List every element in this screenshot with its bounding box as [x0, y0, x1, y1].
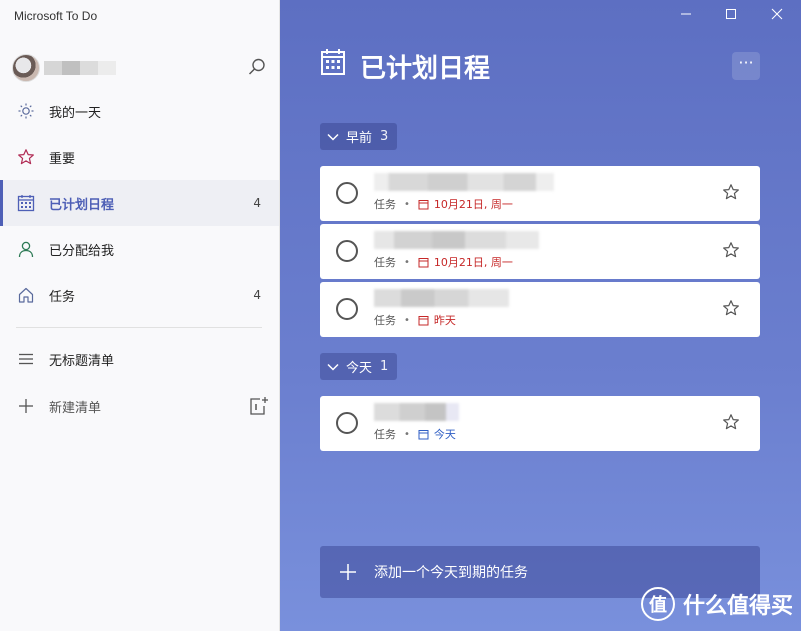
task-item[interactable]: 任务 • 昨天 — [320, 282, 760, 337]
search-icon[interactable] — [246, 56, 268, 78]
watermark-logo: 值 — [640, 587, 675, 621]
task-meta: 任务 • 昨天 — [374, 312, 456, 328]
sidebar-item-label: 已分配给我 — [49, 243, 115, 259]
complete-checkbox[interactable] — [336, 240, 358, 262]
calendar-icon — [418, 257, 429, 267]
group-header-earlier[interactable]: 早前 3 — [320, 123, 398, 150]
task-title-redacted — [374, 231, 539, 249]
task-title-redacted — [374, 173, 554, 191]
due-date: 昨天 — [418, 312, 456, 328]
new-list-button[interactable]: 新建清单 — [0, 383, 279, 429]
calendar-icon — [418, 199, 429, 209]
task-meta: 任务 • 10月21日, 周一 — [374, 196, 513, 212]
task-title-redacted — [374, 289, 509, 307]
star-icon — [16, 147, 36, 167]
calendar-icon — [320, 48, 346, 76]
avatar[interactable] — [12, 54, 40, 82]
separator-dot: • — [404, 198, 410, 210]
task-item[interactable]: 任务 • 10月21日, 周一 — [320, 224, 760, 279]
calendar-icon — [418, 315, 429, 325]
sidebar-divider — [16, 327, 262, 328]
due-date-label: 10月21日, 周一 — [433, 256, 513, 269]
group-count: 1 — [380, 359, 389, 374]
star-icon[interactable] — [722, 183, 740, 201]
sidebar-item-my-day[interactable]: 我的一天 — [0, 88, 279, 134]
star-icon[interactable] — [722, 299, 740, 317]
sidebar: Microsoft To Do 我的一天 重要 已计划日程 4 已分配给我 任务… — [0, 0, 280, 631]
star-icon[interactable] — [722, 241, 740, 259]
profile-name-redacted — [44, 61, 116, 75]
sidebar-item-label: 已计划日程 — [49, 197, 115, 213]
sidebar-item-assigned-to-me[interactable]: 已分配给我 — [0, 226, 279, 272]
plus-icon — [16, 396, 36, 416]
task-list-name: 任务 — [374, 428, 396, 441]
sidebar-item-important[interactable]: 重要 — [0, 134, 279, 180]
page-title: 已计划日程 — [360, 54, 491, 84]
watermark: 值 什么值得买 — [640, 587, 793, 621]
complete-checkbox[interactable] — [336, 182, 358, 204]
task-title-redacted — [374, 403, 459, 421]
sun-icon — [16, 101, 36, 121]
sidebar-item-planned[interactable]: 已计划日程 4 — [0, 180, 279, 226]
sidebar-item-label: 任务 — [49, 289, 76, 305]
separator-dot: • — [404, 428, 410, 440]
sidebar-item-label: 重要 — [49, 151, 76, 167]
due-date-label: 今天 — [433, 428, 456, 441]
chevron-down-icon — [327, 133, 339, 141]
sidebar-list-untitled[interactable]: 无标题清单 — [0, 336, 279, 382]
task-item[interactable]: 任务 • 今天 — [320, 396, 760, 451]
task-list-name: 任务 — [374, 256, 396, 269]
person-icon — [16, 239, 36, 259]
more-options-button[interactable]: ··· — [732, 52, 760, 80]
task-list-name: 任务 — [374, 314, 396, 327]
calendar-icon — [16, 193, 36, 213]
group-label: 今天 — [346, 361, 373, 376]
due-date: 今天 — [418, 426, 456, 442]
add-task-placeholder: 添加一个今天到期的任务 — [374, 565, 528, 581]
sidebar-item-label: 我的一天 — [49, 105, 102, 121]
watermark-text: 什么值得买 — [682, 594, 793, 619]
task-item[interactable]: 任务 • 10月21日, 周一 — [320, 166, 760, 221]
list-icon — [16, 349, 36, 369]
plus-icon — [338, 562, 358, 582]
group-count: 3 — [380, 129, 389, 144]
minimize-icon[interactable] — [674, 4, 698, 24]
task-list-name: 任务 — [374, 198, 396, 211]
profile[interactable] — [10, 52, 270, 82]
task-meta: 任务 • 今天 — [374, 426, 456, 442]
calendar-icon — [418, 429, 429, 439]
star-icon[interactable] — [722, 413, 740, 431]
new-list-label: 新建清单 — [49, 400, 102, 416]
due-date: 10月21日, 周一 — [418, 196, 513, 212]
group-header-today[interactable]: 今天 1 — [320, 353, 398, 380]
home-icon — [16, 285, 36, 305]
new-group-icon[interactable] — [247, 395, 269, 417]
sidebar-nav: 我的一天 重要 已计划日程 4 已分配给我 任务 4 — [0, 88, 280, 318]
sidebar-item-tasks[interactable]: 任务 4 — [0, 272, 279, 318]
complete-checkbox[interactable] — [336, 298, 358, 320]
close-icon[interactable] — [765, 4, 789, 24]
sidebar-item-count: 4 — [253, 288, 261, 302]
maximize-icon[interactable] — [719, 4, 743, 24]
due-date-label: 昨天 — [433, 314, 456, 327]
due-date-label: 10月21日, 周一 — [433, 198, 513, 211]
task-meta: 任务 • 10月21日, 周一 — [374, 254, 513, 270]
complete-checkbox[interactable] — [336, 412, 358, 434]
separator-dot: • — [404, 256, 410, 268]
sidebar-list-label: 无标题清单 — [49, 353, 115, 369]
group-label: 早前 — [346, 131, 373, 146]
app-title: Microsoft To Do — [14, 9, 98, 23]
sidebar-item-count: 4 — [253, 196, 261, 210]
main-panel: 已计划日程 ··· 早前 3 任务 • 10月21日, 周一 任务 • 10月2… — [280, 0, 801, 631]
separator-dot: • — [404, 314, 410, 326]
chevron-down-icon — [327, 363, 339, 371]
due-date: 10月21日, 周一 — [418, 254, 513, 270]
